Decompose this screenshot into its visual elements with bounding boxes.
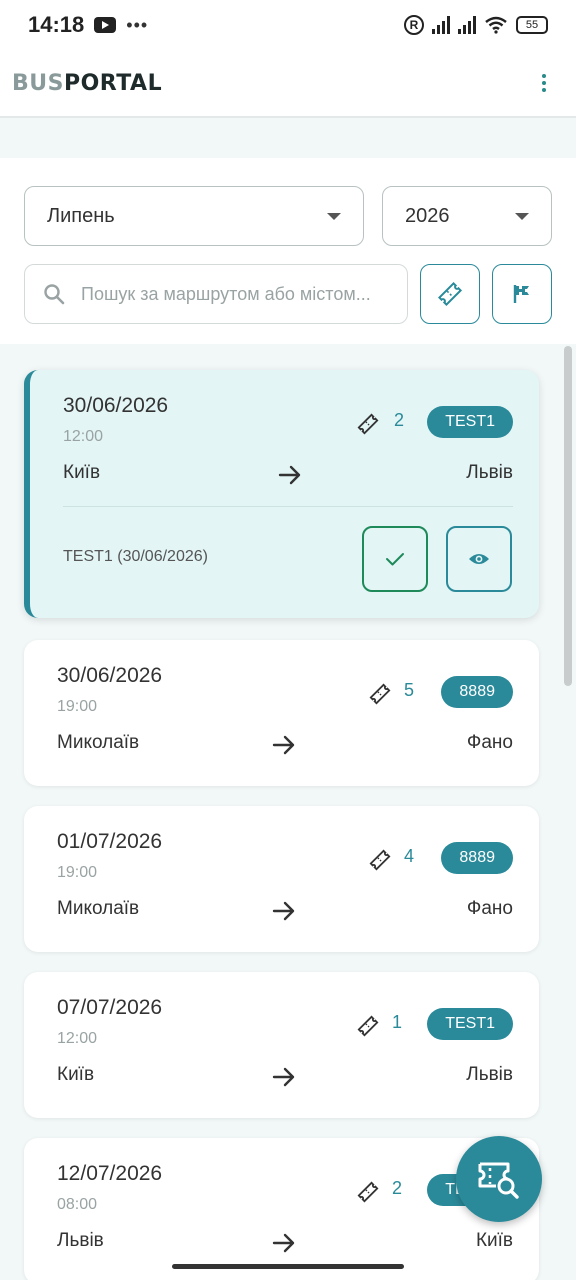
trip-to: Фано (466, 898, 513, 919)
trip-date: 30/06/2026 (63, 394, 169, 417)
app-header: BUSPORTAL (0, 50, 576, 118)
signal-2-icon (458, 16, 476, 34)
trip-time: 19:00 (57, 864, 98, 881)
wifi-icon (485, 16, 507, 34)
trip-time: 12:00 (57, 1030, 98, 1047)
trip-date: 01/07/2026 (57, 830, 163, 853)
more-notifications-icon: ••• (126, 14, 149, 35)
trip-from: Київ (63, 462, 101, 483)
bus-badge: TEST1 (427, 406, 513, 438)
search-input[interactable] (81, 283, 389, 305)
ticket-search-icon (478, 1162, 519, 1199)
ticket-count: 1 (392, 1012, 403, 1032)
ticket-count: 2 (392, 1178, 403, 1198)
trip-label: TEST1 (30/06/2026) (63, 548, 208, 565)
arrow-right-icon (272, 1067, 295, 1087)
home-indicator[interactable] (172, 1264, 404, 1269)
ticket-count: 2 (394, 410, 405, 430)
routes-filter-button[interactable] (492, 264, 552, 324)
trip-time: 19:00 (57, 698, 98, 715)
trip-date: 12/07/2026 (57, 1162, 163, 1185)
trip-to: Фано (466, 732, 513, 753)
trip-to: Київ (475, 1230, 513, 1251)
trip-to: Львів (466, 462, 513, 483)
logo-bus-text: BUS (12, 70, 64, 96)
bus-badge: 8889 (441, 676, 513, 708)
trip-card[interactable]: 07/07/2026 12:00 1 TEST1 Київ Львів (24, 972, 539, 1118)
confirm-button[interactable] (362, 526, 428, 592)
arrow-right-icon (272, 735, 295, 755)
trip-from: Миколаїв (57, 732, 140, 753)
trip-time: 08:00 (57, 1196, 98, 1213)
status-time: 14:18 (28, 12, 85, 37)
ticket-count: 5 (404, 680, 415, 700)
trip-to: Львів (466, 1064, 513, 1085)
trip-from: Київ (57, 1064, 95, 1085)
battery-icon: 55 (516, 16, 548, 34)
trip-card[interactable]: 30/06/2026 19:00 5 8889 Миколаїв Фано (24, 640, 539, 786)
caret-down-icon (515, 212, 529, 220)
caret-down-icon (327, 212, 341, 220)
status-bar: 14:18 ••• R 55 (0, 0, 576, 50)
ticket-icon (369, 849, 391, 871)
month-select-value: Липень (47, 204, 115, 227)
eye-icon (469, 554, 489, 564)
bus-badge: TEST1 (427, 1008, 513, 1040)
signal-icon (432, 16, 450, 34)
trip-date: 30/06/2026 (57, 664, 163, 687)
trip-from: Миколаїв (57, 898, 140, 919)
arrow-right-icon (278, 465, 301, 485)
trip-card[interactable]: 30/06/2026 12:00 2 TEST1 Київ Львів TEST… (24, 370, 539, 618)
year-select[interactable]: 2026 (382, 186, 552, 246)
ticket-icon (437, 281, 463, 307)
search-field[interactable] (24, 264, 408, 324)
arrow-right-icon (272, 901, 295, 921)
bus-portal-logo: BUSPORTAL (12, 71, 162, 96)
month-select[interactable]: Липень (24, 186, 364, 246)
ticket-icon (369, 683, 391, 705)
kebab-menu-icon[interactable] (542, 74, 546, 92)
view-button[interactable] (446, 526, 512, 592)
ticket-count: 4 (404, 846, 415, 866)
trip-from: Львів (57, 1230, 104, 1251)
trip-card[interactable]: 01/07/2026 19:00 4 8889 Миколаїв Фано (24, 806, 539, 952)
ticket-icon (357, 413, 379, 435)
registered-icon: R (404, 15, 424, 35)
flag-icon (513, 285, 529, 303)
filters-panel: Липень 2026 (0, 158, 576, 344)
logo-portal-text: PORTAL (63, 70, 163, 96)
ticket-icon (357, 1181, 379, 1203)
year-select-value: 2026 (405, 204, 450, 227)
arrow-right-icon (272, 1233, 295, 1253)
check-icon (386, 553, 404, 566)
tickets-filter-button[interactable] (420, 264, 480, 324)
youtube-icon (94, 17, 117, 33)
ticket-search-fab[interactable] (456, 1136, 542, 1222)
card-divider (63, 506, 513, 507)
scrollbar[interactable] (564, 346, 572, 686)
search-icon (44, 284, 65, 305)
bus-badge: 8889 (441, 842, 513, 874)
trip-date: 07/07/2026 (57, 996, 163, 1019)
ticket-icon (357, 1015, 379, 1037)
trip-time: 12:00 (63, 428, 104, 445)
